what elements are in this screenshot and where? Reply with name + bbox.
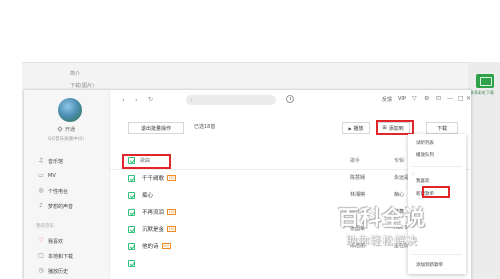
open-label: 开通 bbox=[65, 127, 76, 133]
sidebar-item-dream[interactable]: ♪ 梦想的声音 bbox=[38, 201, 73, 211]
song-title-text: 他的诗 bbox=[142, 244, 159, 250]
heart-icon: ♡ bbox=[38, 237, 44, 244]
song-title: 不再流泪 HQ bbox=[142, 208, 177, 216]
download-button[interactable]: 下载 bbox=[426, 122, 458, 134]
my-music-section-title: 我的音乐 bbox=[36, 224, 54, 229]
play-button[interactable]: ▶ 播放 bbox=[342, 122, 370, 134]
song-album[interactable]: 痴心 bbox=[394, 191, 404, 198]
sidebar-item-radio[interactable]: ◎ 个性电台 bbox=[38, 186, 68, 196]
column-album: 专辑 bbox=[394, 158, 405, 164]
desktop-app-icon[interactable] bbox=[476, 74, 494, 88]
row-checkbox[interactable] bbox=[128, 175, 135, 182]
row-checkbox[interactable] bbox=[128, 226, 135, 233]
dream-icon: ♪ bbox=[39, 202, 43, 209]
search-input[interactable]: ⌕ bbox=[186, 95, 276, 105]
settings-icon[interactable]: ⚙ bbox=[424, 95, 429, 102]
open-vip-link[interactable]: 开通 bbox=[57, 126, 76, 133]
sidebar-item-label: 个性电台 bbox=[48, 188, 69, 195]
hq-badge: HQ bbox=[167, 175, 177, 181]
watermark: 百科全说 助你轻松解决 bbox=[338, 202, 464, 262]
sidebar-item-label: 播放历史 bbox=[48, 268, 69, 275]
hq-badge: HQ bbox=[167, 209, 177, 215]
back-icon[interactable]: ‹ bbox=[122, 96, 125, 104]
sidebar-item-label: 梦想的声音 bbox=[48, 203, 74, 210]
menu-item-add-to-new-playlist[interactable]: 添加到新歌单 bbox=[416, 262, 443, 268]
feedback-link[interactable]: 反馈 bbox=[382, 96, 392, 103]
close-icon[interactable]: ✕ bbox=[466, 95, 471, 102]
song-title-text: 痴心 bbox=[142, 193, 154, 199]
sidebar: 开通 QQ音乐加速中(0) ♫ 音乐馆 ▭ MV ◎ 个性电台 ♪ 梦想的声音 我的音乐… bbox=[24, 90, 110, 279]
sidebar-item-label: MV bbox=[48, 173, 56, 179]
song-title-text: 沉默是金 bbox=[142, 227, 165, 233]
selected-count: 已选18首 bbox=[194, 124, 216, 130]
history-clock-icon[interactable] bbox=[286, 95, 294, 103]
highlight-new-playlist bbox=[422, 186, 450, 198]
column-singer: 歌手 bbox=[350, 158, 361, 164]
desktop-app-label: 多多彩虹下载 bbox=[470, 90, 494, 95]
minimize-icon[interactable]: — bbox=[447, 95, 453, 102]
watermark-title: 百科全说 bbox=[338, 206, 426, 230]
play-icon: ▶ bbox=[348, 125, 352, 131]
refresh-icon[interactable]: ↻ bbox=[148, 96, 153, 104]
row-checkbox[interactable] bbox=[128, 260, 135, 267]
menu-item-liked[interactable]: 我喜欢 bbox=[416, 178, 430, 184]
exit-batch-button[interactable]: 退出批量操作 bbox=[128, 122, 184, 134]
forward-icon[interactable]: › bbox=[135, 96, 138, 104]
row-checkbox[interactable] bbox=[128, 243, 135, 250]
skin-icon[interactable]: ▽ bbox=[412, 95, 417, 102]
highlight-add-to bbox=[376, 120, 414, 135]
sidebar-item-label: 我喜欢 bbox=[48, 238, 64, 245]
sidebar-item-liked[interactable]: ♡ 我喜欢 bbox=[38, 236, 63, 246]
menu-item-trial-list[interactable]: 试听列表 bbox=[416, 140, 434, 146]
row-checkbox[interactable] bbox=[128, 192, 135, 199]
sidebar-item-local[interactable]: ▢ 本地和下载 bbox=[38, 251, 73, 261]
song-title: 沉默是金 HQ bbox=[142, 225, 177, 233]
music-hall-icon: ♫ bbox=[38, 157, 44, 164]
song-singer[interactable]: 林湘棋 bbox=[350, 191, 365, 198]
sidebar-item-mv[interactable]: ▭ MV bbox=[38, 171, 56, 181]
song-singer[interactable]: 陈慧娴 bbox=[350, 174, 365, 181]
sidebar-item-label: 本地和下载 bbox=[48, 253, 74, 260]
mini-mode-icon[interactable]: ⊡ bbox=[436, 95, 441, 102]
sidebar-item-history[interactable]: ◷ 播放历史 bbox=[38, 266, 68, 276]
local-music-icon: ▢ bbox=[38, 252, 44, 259]
song-title-text: 不再流泪 bbox=[142, 210, 165, 216]
heart-icon: ♡ bbox=[411, 172, 416, 178]
song-title-text: 千千阙歌 bbox=[142, 176, 165, 182]
radio-icon: ◎ bbox=[38, 187, 44, 194]
sidebar-item-label: 音乐馆 bbox=[48, 158, 64, 165]
song-title: 他的诗 HQ bbox=[142, 242, 171, 250]
history-icon: ◷ bbox=[38, 267, 44, 274]
search-icon: ⌕ bbox=[190, 97, 193, 103]
diamond-icon bbox=[57, 126, 63, 132]
highlight-select-all bbox=[122, 154, 171, 169]
menu-divider bbox=[412, 166, 462, 167]
song-title: 千千阙歌 HQ bbox=[142, 174, 177, 182]
maximize-icon[interactable]: □ bbox=[458, 95, 464, 102]
qq-status: QQ音乐加速中(0) bbox=[48, 137, 84, 142]
mv-icon: ▭ bbox=[38, 172, 44, 179]
vip-link[interactable]: VIP bbox=[398, 96, 406, 102]
download-label: 下载 bbox=[436, 125, 447, 132]
sidebar-item-music-hall[interactable]: ♫ 音乐馆 bbox=[38, 156, 63, 166]
song-title: 痴心 bbox=[142, 191, 153, 199]
play-label: 播放 bbox=[353, 125, 364, 132]
row-checkbox[interactable] bbox=[128, 209, 135, 216]
hq-badge: HQ bbox=[161, 243, 171, 249]
menu-item-play-queue[interactable]: 播放队列 bbox=[416, 152, 434, 158]
watermark-subtitle: 助你轻松解决 bbox=[346, 234, 418, 247]
avatar[interactable] bbox=[58, 98, 82, 122]
screenshot: 简介 下载(图片) QQ 多多彩虹下载 开通 QQ音乐加速中(0) ♫音乐馆 ▭… bbox=[0, 0, 500, 279]
background-menu-item: 简介 bbox=[70, 71, 81, 77]
top-bar: ‹ › ↻ ⌕ 反馈 VIP ▽ ⚙ ⊡ — □ ✕ bbox=[110, 90, 471, 112]
hq-badge: HQ bbox=[167, 226, 177, 232]
